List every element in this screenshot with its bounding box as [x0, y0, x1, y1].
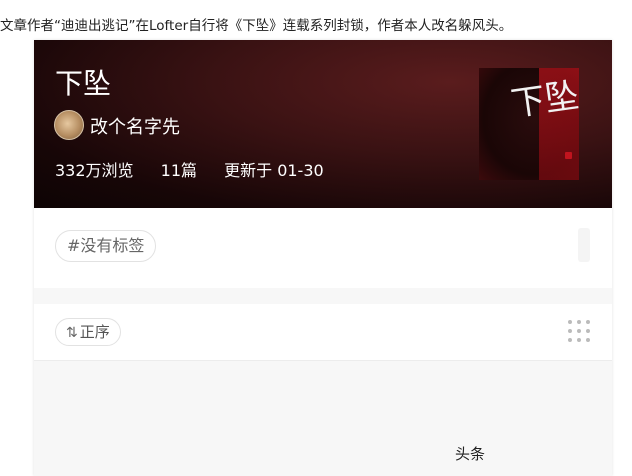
series-cover-image[interactable]: 下坠 — [479, 68, 579, 180]
views-count: 332万浏览 — [55, 161, 134, 180]
series-card: 下坠 改个名字先 332万浏览 11篇 更新于 01-30 下坠 #没有标签 ⇅… — [34, 40, 612, 476]
series-stats: 332万浏览 11篇 更新于 01-30 — [55, 157, 346, 181]
sort-order-button[interactable]: ⇅ 正序 — [55, 318, 121, 346]
author-avatar[interactable] — [54, 110, 84, 140]
author-name[interactable]: 改个名字先 — [90, 113, 180, 139]
cover-seal — [565, 152, 572, 159]
grid-view-icon[interactable] — [568, 320, 590, 342]
tag-scroll-edge — [578, 228, 590, 262]
watermark-logo: 头条 — [455, 445, 486, 463]
article-caption: 文章作者“迪迪出逃记”在Lofter自行将《下坠》连载系列封锁，作者本人改名躲风… — [0, 18, 513, 34]
cover-calligraphy: 下坠 — [508, 75, 579, 125]
sort-icon: ⇅ — [66, 325, 78, 341]
post-list-area — [34, 361, 612, 476]
tag-pill[interactable]: #没有标签 — [55, 230, 157, 262]
series-header: 下坠 改个名字先 332万浏览 11篇 更新于 01-30 下坠 — [34, 40, 612, 208]
updated-date: 更新于 01-30 — [224, 161, 324, 180]
post-count: 11篇 — [160, 161, 198, 180]
sort-bar: ⇅ 正序 — [34, 304, 612, 361]
tag-section: #没有标签 — [34, 208, 612, 288]
series-title: 下坠 — [55, 67, 112, 100]
sort-label: 正序 — [79, 323, 110, 341]
